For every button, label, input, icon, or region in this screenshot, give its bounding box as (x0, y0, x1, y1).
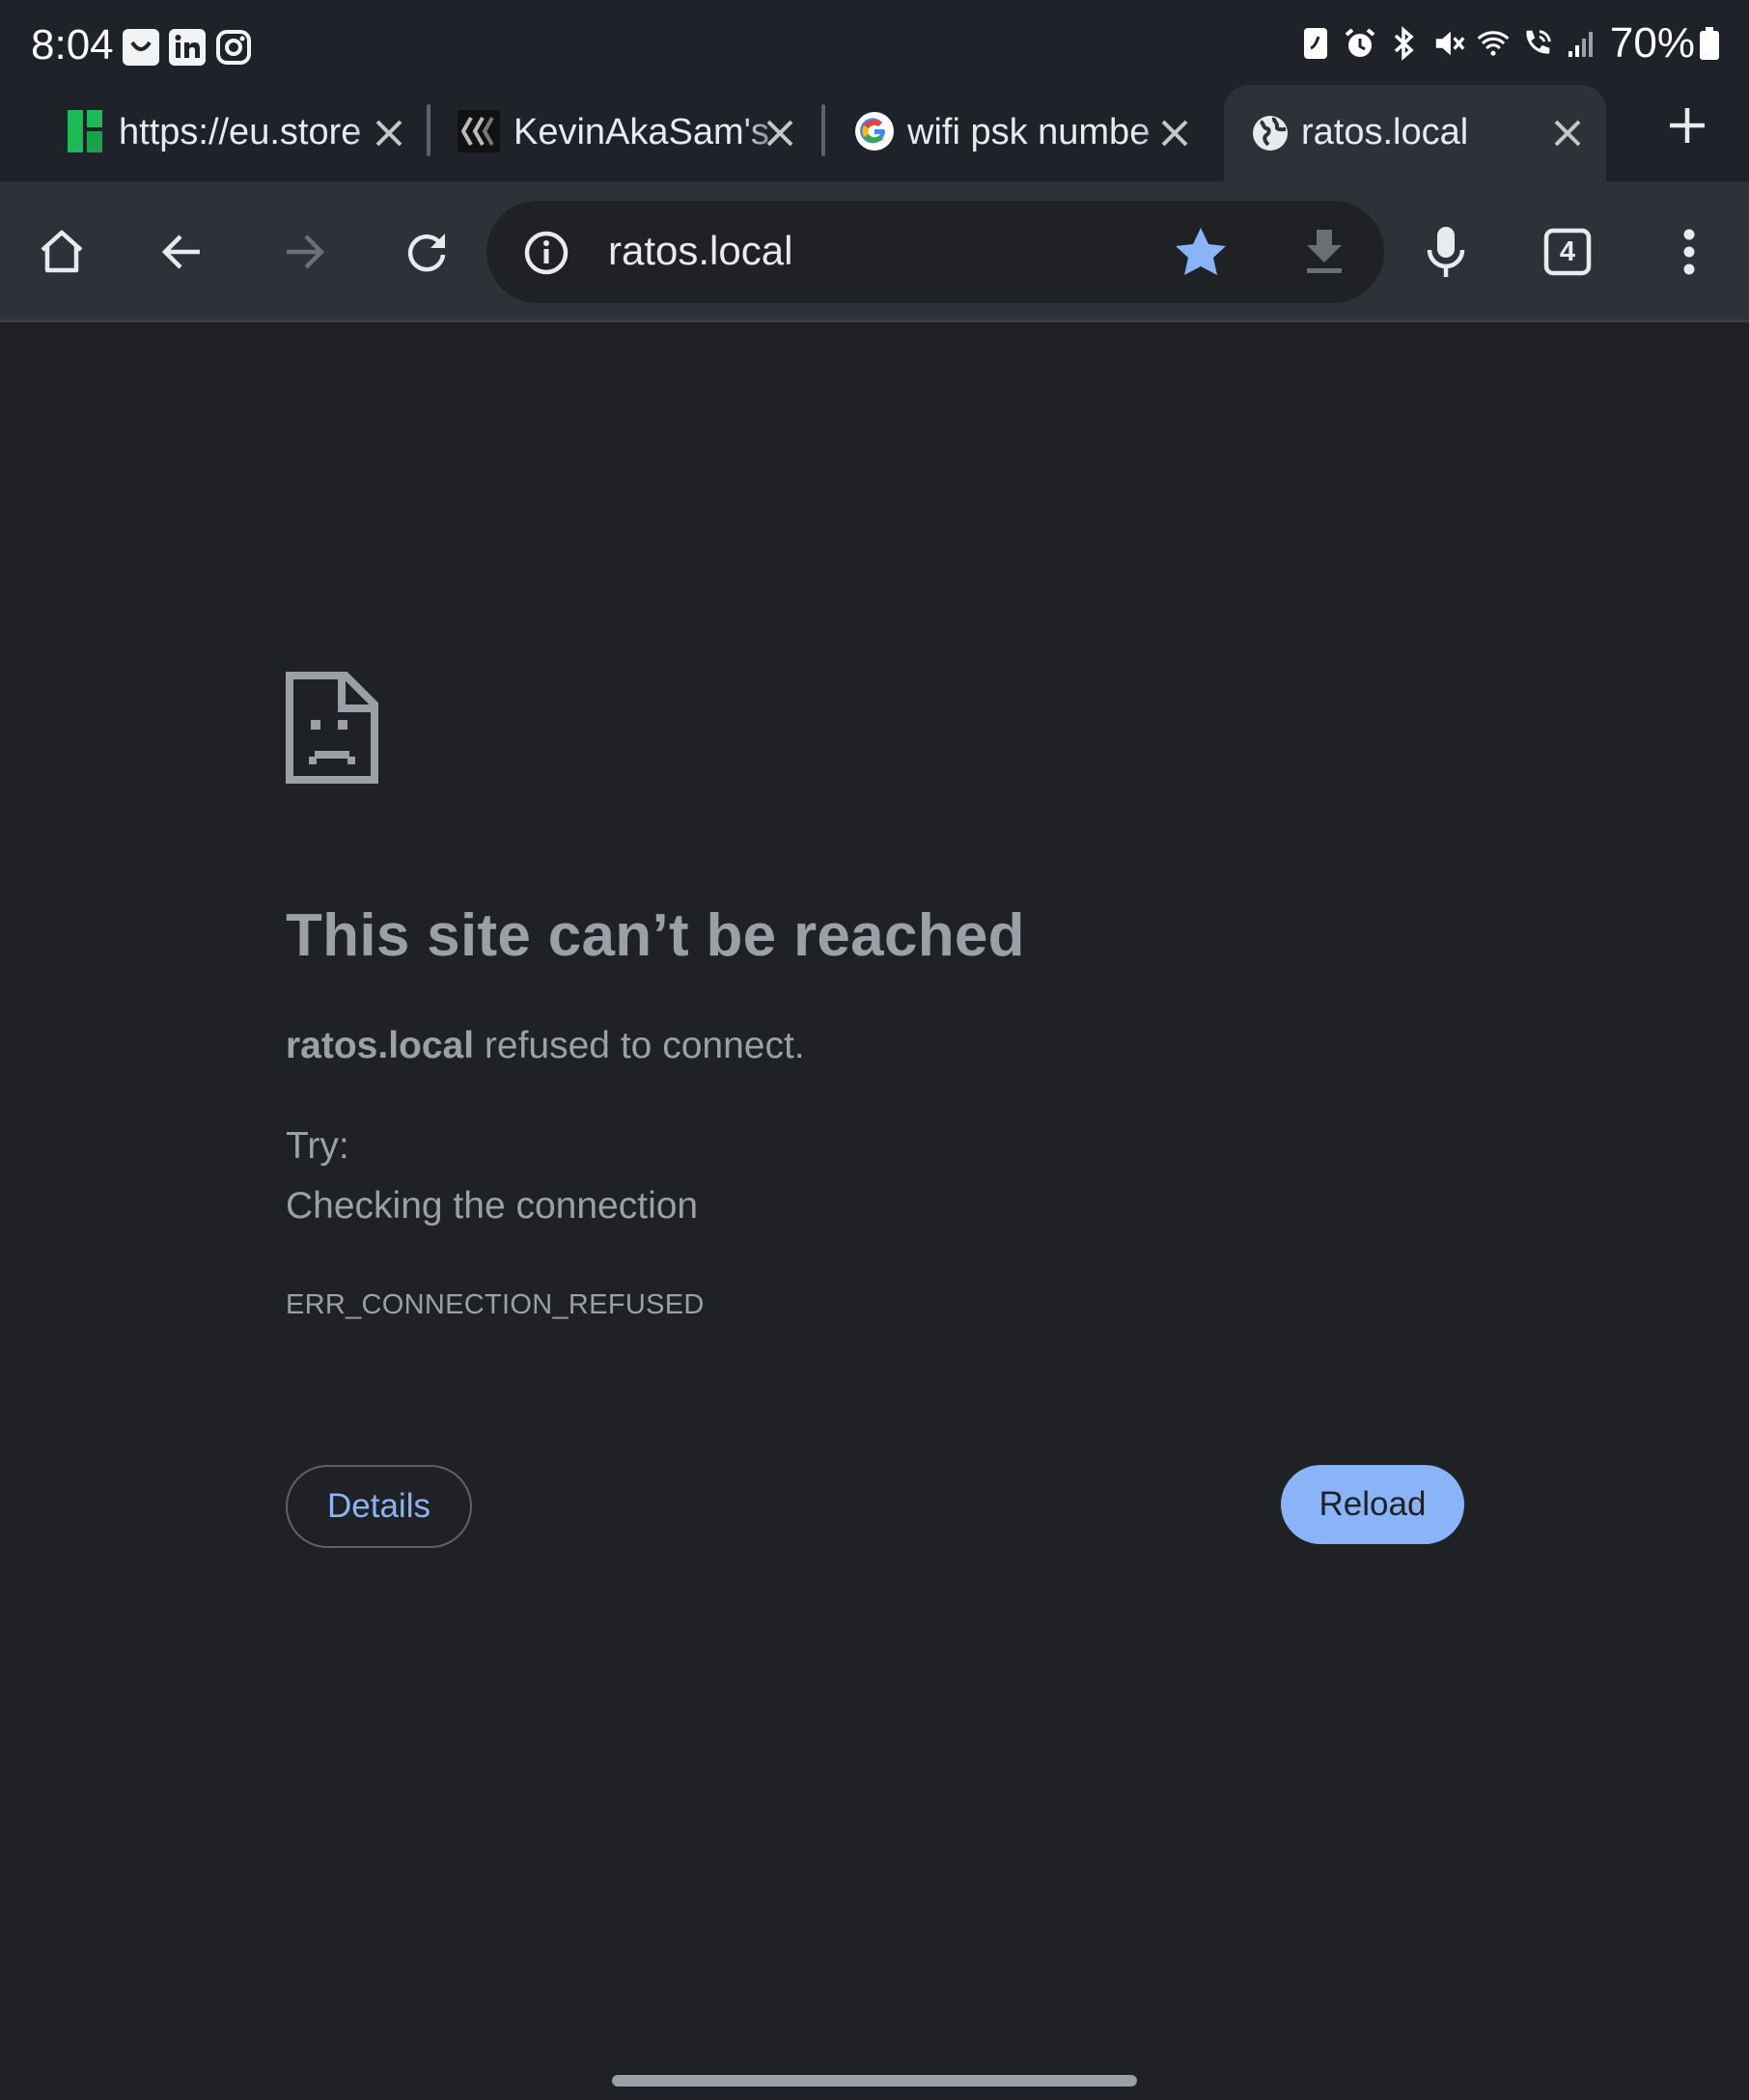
battery-percent: 70% (1609, 19, 1695, 67)
error-host: ratos.local (286, 1025, 475, 1066)
tab-switcher-icon[interactable]: 4 (1529, 213, 1606, 290)
tab-store[interactable]: https://eu.store (58, 85, 415, 181)
close-icon[interactable] (761, 114, 799, 152)
wifi-icon (1477, 24, 1510, 63)
wifi-calling-icon (1521, 24, 1554, 63)
omnibox-url[interactable]: ratos.local (608, 228, 792, 274)
status-icons: 70% (1288, 19, 1720, 67)
error-code: ERR_CONNECTION_REFUSED (286, 1289, 705, 1320)
close-icon[interactable] (1548, 114, 1587, 152)
close-icon[interactable] (1155, 114, 1194, 152)
battery-icon (1699, 24, 1720, 63)
tab-strip: https://eu.store KevinAkaSam's wifi psk … (0, 85, 1749, 181)
smile-icon (123, 29, 159, 66)
reload-button[interactable]: Reload (1281, 1465, 1464, 1544)
google-favicon-icon (855, 112, 894, 155)
tab-kevinakasam[interactable]: KevinAkaSam's (456, 85, 803, 181)
reload-icon[interactable] (388, 213, 465, 290)
nfc-icon (1299, 24, 1332, 63)
tab-divider (427, 104, 430, 156)
linkedin-icon (169, 29, 206, 66)
mic-icon[interactable] (1407, 213, 1485, 290)
tab-count: 4 (1559, 235, 1576, 267)
k-favicon-icon (458, 110, 500, 157)
tab-ratos-local[interactable]: ratos.local (1224, 85, 1606, 181)
bluetooth-icon (1388, 24, 1421, 63)
error-title: This site can’t be reached (286, 902, 1025, 969)
info-icon[interactable] (523, 230, 569, 281)
error-description: ratos.local refused to connect. (286, 1025, 805, 1067)
globe-icon (1251, 114, 1290, 157)
download-icon[interactable] (1303, 228, 1346, 281)
signal-icon (1566, 24, 1598, 63)
sad-page-icon (286, 672, 378, 784)
details-button[interactable]: Details (286, 1465, 472, 1548)
new-tab-button[interactable] (1666, 104, 1708, 147)
close-icon[interactable] (370, 114, 408, 152)
instagram-icon (215, 29, 252, 66)
try-label: Try: (286, 1125, 349, 1167)
back-icon[interactable] (143, 213, 220, 290)
home-indicator[interactable] (612, 2075, 1137, 2086)
mute-icon (1432, 24, 1465, 63)
more-icon[interactable] (1651, 213, 1728, 290)
toolbar: ratos.local 4 (0, 181, 1749, 322)
tab-label: KevinAkaSam's (514, 112, 769, 152)
forward-icon[interactable] (266, 213, 344, 290)
alarm-icon (1344, 24, 1376, 63)
error-description-text: refused to connect. (474, 1025, 805, 1066)
home-icon[interactable] (23, 213, 100, 290)
omnibox[interactable]: ratos.local (486, 201, 1384, 303)
tab-label: ratos.local (1301, 112, 1469, 152)
suggestion-item: Checking the connection (286, 1185, 699, 1227)
tab-wifi-psk[interactable]: wifi psk numbe (853, 85, 1201, 181)
store-favicon-icon (68, 110, 102, 157)
status-bar: 8:04 70% (0, 0, 1749, 85)
tab-divider (821, 104, 825, 156)
status-time: 8:04 (31, 21, 114, 69)
star-icon[interactable] (1174, 226, 1228, 283)
